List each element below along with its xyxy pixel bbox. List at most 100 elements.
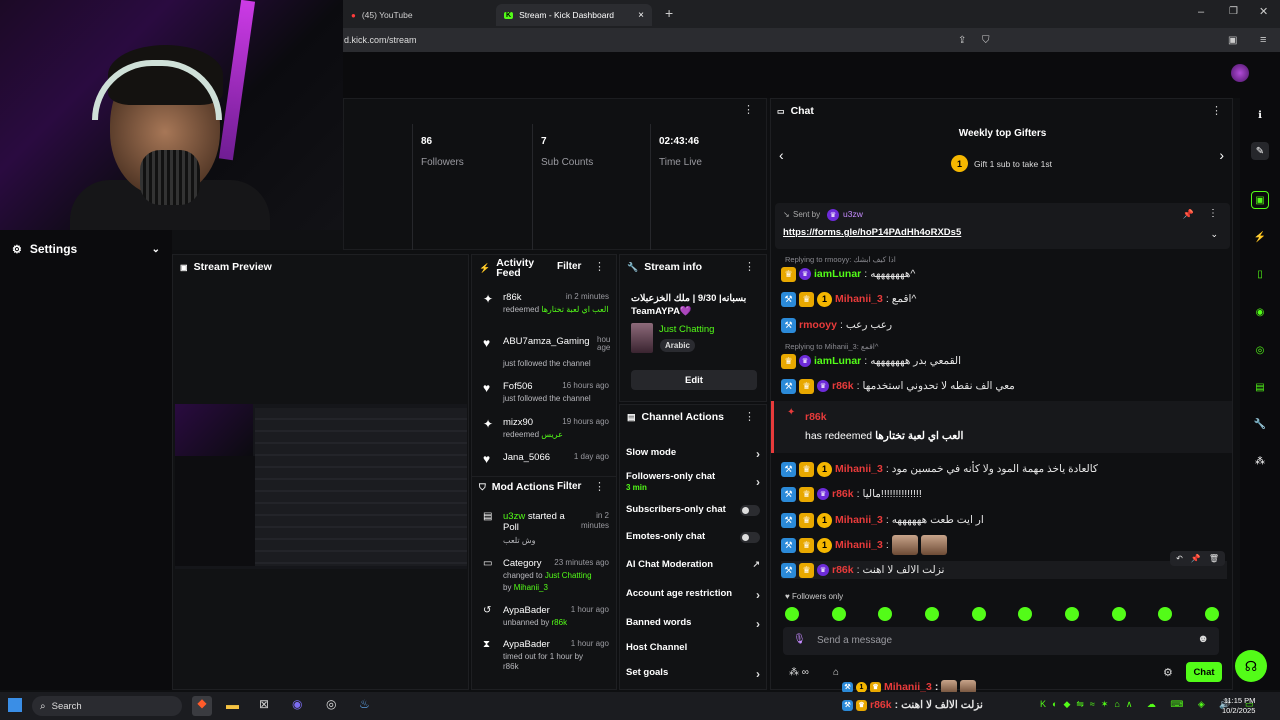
chat-username[interactable]: iamLunar [814,355,861,367]
emote-kick-icon[interactable] [1205,607,1219,621]
chat-username[interactable]: Mihanii_3 [835,539,883,551]
chat-message[interactable]: ⚒ ♛ ♛ r86k: ماليا!!!!!!!!!!!!!! [781,485,922,503]
ai-moderation-row[interactable]: AI Chat Moderation ↗ [626,559,760,570]
screen-icon[interactable]: ▣ [1251,191,1269,209]
discord-icon[interactable]: ◉ [292,697,302,711]
emote-kick-icon[interactable] [1018,607,1032,621]
activity-user[interactable]: Fof506 [503,381,533,392]
filter-button[interactable]: Filter [557,481,581,492]
close-window-button[interactable]: ✕ [1259,5,1268,18]
share-icon[interactable]: ⇪ [958,35,966,46]
redeem-message[interactable]: ✦ r86k has redeemed العب اي لعبة تختارها [771,401,1232,453]
bolt-icon[interactable]: ⚡ [1251,228,1269,246]
activity-user[interactable]: mizx90 [503,417,533,428]
slow-mode-row[interactable]: Slow mode › [626,447,760,461]
settings-row[interactable]: ⚙ Settings ⌄ [0,236,172,262]
emote-kick-icon[interactable] [878,607,892,621]
minimize-button[interactable]: – [1198,6,1204,18]
account-age-row[interactable]: Account age restriction › [626,588,760,602]
gifters-prev-icon[interactable]: ‹ [779,147,784,163]
chat-username[interactable]: Mihanii_3 [835,514,883,526]
capcut-icon[interactable]: ⊠ [259,697,269,711]
delete-icon[interactable]: 🗑 [1209,554,1219,563]
tools-icon[interactable]: ⁂ ∞ [789,667,809,678]
chat-send-button[interactable]: Chat [1186,662,1222,682]
emote-kick-icon[interactable] [972,607,986,621]
info-menu-icon[interactable]: ⋮ [744,260,755,273]
menu-icon[interactable]: ≡ [1260,34,1266,46]
preview-video[interactable] [175,404,467,569]
subscribers-only-toggle[interactable] [740,505,760,516]
channel-actions-menu-icon[interactable]: ⋮ [744,410,755,423]
category-link[interactable]: Just Chatting [659,324,714,335]
emoji-icon[interactable]: ☻ [1197,633,1209,645]
banned-words-row[interactable]: Banned words › [626,617,760,631]
chat-username[interactable]: r86k [832,380,854,392]
chat-message[interactable]: ⚒ ♛ 1 Mihanii_3: [781,535,947,555]
activity-user[interactable]: Jana_5066 [503,452,550,463]
chat-username[interactable]: Mihanii_3 [835,293,883,305]
clock[interactable]: 11:15 PM 10/2/2025 [1222,696,1255,716]
edit-button[interactable]: Edit [631,370,757,390]
chat-message[interactable]: ♛ ♛ iamLunar: هههههههه^ [781,265,915,283]
chat-username[interactable]: iamLunar [814,268,861,280]
chat-bubble-icon[interactable]: ◉ [1251,303,1269,321]
apps-icon[interactable]: ⁂ [1251,452,1269,470]
shield-icon[interactable]: ⛉ [982,35,990,46]
pinned-user[interactable]: u3zw [843,209,863,219]
chat-message[interactable]: ⚒ ♛ 1 Mihanii_3: اقمع^ [781,290,916,308]
chat-message[interactable]: ⚒ ♛ ♛ r86k: معي الف نقطه لا تحدوني استخدمه… [781,377,1015,395]
mod-user[interactable]: u3zw [503,511,525,522]
info-icon[interactable]: ℹ [1251,106,1269,124]
subscribers-only-row[interactable]: Subscribers-only chat [626,504,760,516]
obs-icon[interactable]: ◎ [326,697,336,711]
emote-kick-icon[interactable] [832,607,846,621]
wrench-icon[interactable]: 🔧 [1251,415,1269,433]
message-input[interactable]: 🎙 Send a message ☻ [783,627,1219,655]
address-bar[interactable]: d.kick.com/stream ⇪ ⛉ ▣ ≡ [343,28,1280,52]
pinned-link[interactable]: https://forms.gle/hoP14PAdHh4oRXDs5 [783,227,961,238]
chat-message[interactable]: ♛ ♛ iamLunar: القمعي بدر هههههههه [781,352,961,370]
stats-menu-icon[interactable]: ⋮ [743,103,754,116]
list-icon[interactable]: ▤ [1251,378,1269,396]
chat-username[interactable]: rmooyy [799,319,837,331]
pin-icon[interactable]: 📌 [1191,554,1201,563]
folder-icon[interactable]: ▬ [226,697,239,712]
mod-menu-icon[interactable]: ⋮ [594,480,605,493]
pinned-menu-icon[interactable]: ⋮ [1208,208,1218,219]
tab-youtube[interactable]: ● (45) YouTube [343,4,493,26]
pin-icon[interactable]: 📌 [1183,209,1194,220]
phone-icon[interactable]: ▯ [1251,265,1269,283]
gifters-next-icon[interactable]: › [1219,147,1224,163]
redeem-user[interactable]: r86k [805,411,827,423]
activity-user[interactable]: r86k [503,292,521,303]
close-icon[interactable]: × [638,10,644,21]
avatar[interactable] [1231,64,1249,82]
pinned-message[interactable]: ↘ Sent by ♛ u3zw https://forms.gle/hoP14… [775,203,1230,249]
windows-start-icon[interactable] [8,698,22,712]
chat-message[interactable]: ⚒ ♛ 1 Mihanii_3: ار ايت طعت ههههههه [781,511,984,529]
emote-kick-icon[interactable] [925,607,939,621]
followers-only-row[interactable]: Followers-only chat 3 min › [626,471,760,493]
chat-username[interactable]: r86k [832,564,854,576]
emotes-only-row[interactable]: Emotes-only chat [626,531,760,543]
brave-icon[interactable]: ◆ [192,696,212,716]
emote-kick-icon[interactable] [1065,607,1079,621]
activity-user[interactable]: ABU7amza_Gaming [503,336,590,347]
chat-username[interactable]: r86k [832,488,854,500]
set-goals-row[interactable]: Set goals › [626,667,760,681]
pencil-icon[interactable]: ✎ [1251,142,1269,160]
reply-icon[interactable]: ↶ [1176,554,1183,563]
chevron-down-icon[interactable]: ⌄ [152,244,160,255]
chat-menu-icon[interactable]: ⋮ [1211,104,1222,117]
chat-message-hovered[interactable]: ⚒ ♛ ♛ r86k: نزلت الالف لا اهنت ↶ 📌 🗑 [781,551,1227,579]
emote-kick-icon[interactable] [1158,607,1172,621]
broadcast-icon[interactable]: ◎ [1251,341,1269,359]
mic-icon[interactable]: 🎙 [793,634,806,645]
activity-menu-icon[interactable]: ⋮ [594,260,605,273]
gear-icon[interactable]: ⚙ [1163,666,1173,679]
emotes-only-toggle[interactable] [740,532,760,543]
emote-kick-icon[interactable] [785,607,799,621]
emote-kick-icon[interactable] [1112,607,1126,621]
chat-message[interactable]: ⚒ rmooyy: رعب رعب [781,316,892,334]
